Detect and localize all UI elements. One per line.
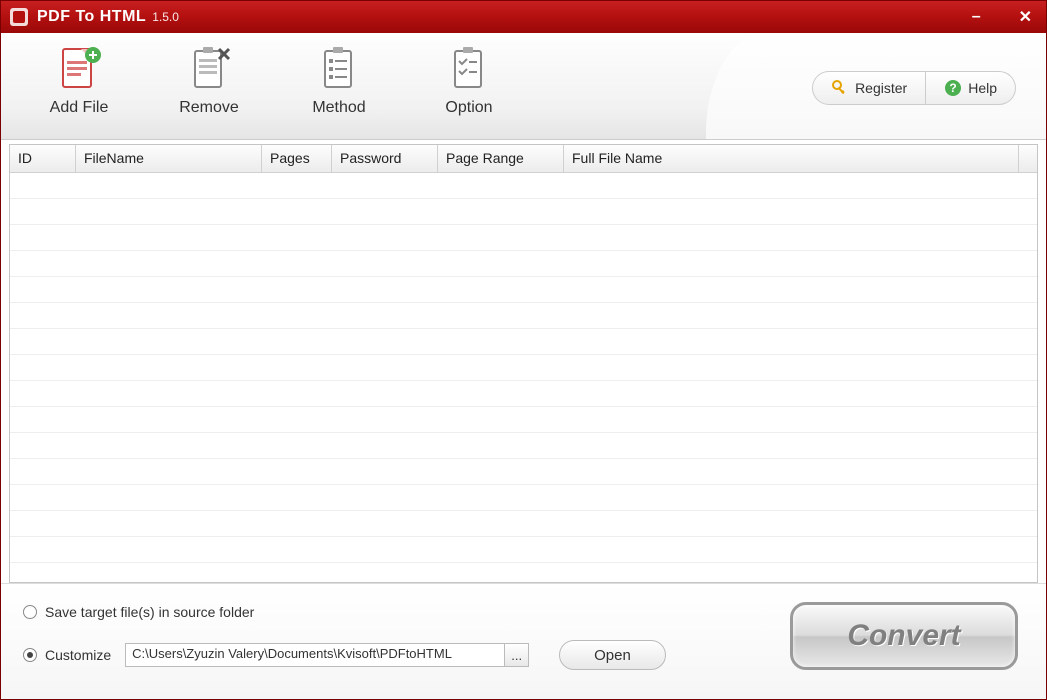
option-icon [443, 43, 495, 95]
col-id[interactable]: ID [10, 145, 76, 172]
radio-icon [23, 648, 37, 662]
col-filename[interactable]: FileName [76, 145, 262, 172]
table-row [10, 407, 1037, 433]
remove-icon [183, 43, 235, 95]
register-button[interactable]: Register [812, 71, 926, 105]
table-header: ID FileName Pages Password Page Range Fu… [10, 145, 1037, 173]
file-table: ID FileName Pages Password Page Range Fu… [9, 144, 1038, 583]
customize-radio[interactable]: Customize [23, 647, 111, 663]
output-path-input[interactable]: C:\Users\Zyuzin Valery\Documents\Kvisoft… [125, 643, 505, 667]
table-row [10, 329, 1037, 355]
remove-label: Remove [179, 99, 239, 117]
open-label: Open [594, 647, 631, 664]
register-label: Register [855, 80, 907, 96]
app-icon [9, 7, 29, 27]
table-row [10, 277, 1037, 303]
col-pagerange[interactable]: Page Range [438, 145, 564, 172]
key-icon [831, 79, 849, 97]
table-row [10, 381, 1037, 407]
open-button[interactable]: Open [559, 640, 666, 670]
radio-icon [23, 605, 37, 619]
table-row [10, 251, 1037, 277]
table-row [10, 303, 1037, 329]
add-file-icon [53, 43, 105, 95]
table-row [10, 485, 1037, 511]
toolbar: Add File Remove Method Option [1, 33, 1046, 140]
bottom-panel: Save target file(s) in source folder Cus… [1, 583, 1046, 699]
method-button[interactable]: Method [299, 43, 379, 117]
table-row [10, 199, 1037, 225]
convert-label: Convert [847, 619, 960, 653]
method-icon [313, 43, 365, 95]
option-button[interactable]: Option [429, 43, 509, 117]
table-row [10, 355, 1037, 381]
add-file-button[interactable]: Add File [39, 43, 119, 117]
table-body[interactable] [10, 173, 1037, 582]
help-icon: ? [944, 79, 962, 97]
app-title: PDF To HTML [37, 8, 146, 26]
col-fullfilename[interactable]: Full File Name [564, 145, 1019, 172]
option-label: Option [445, 99, 492, 117]
table-row [10, 173, 1037, 199]
minimize-button[interactable]: – [966, 8, 987, 26]
titlebar[interactable]: PDF To HTML 1.5.0 – ✕ [1, 1, 1046, 33]
method-label: Method [312, 99, 365, 117]
table-row [10, 459, 1037, 485]
col-pages[interactable]: Pages [262, 145, 332, 172]
close-button[interactable]: ✕ [1013, 7, 1038, 27]
table-row [10, 511, 1037, 537]
add-file-label: Add File [50, 99, 109, 117]
customize-label: Customize [45, 647, 111, 663]
help-label: Help [968, 80, 997, 96]
browse-button[interactable]: ... [505, 643, 529, 667]
table-row [10, 225, 1037, 251]
col-password[interactable]: Password [332, 145, 438, 172]
app-version: 1.5.0 [152, 10, 179, 24]
remove-button[interactable]: Remove [169, 43, 249, 117]
app-window: PDF To HTML 1.5.0 – ✕ Add File Remove [0, 0, 1047, 700]
convert-button[interactable]: Convert [790, 602, 1018, 670]
svg-text:?: ? [950, 81, 957, 95]
table-row [10, 433, 1037, 459]
help-button[interactable]: ? Help [926, 71, 1016, 105]
save-in-source-radio[interactable]: Save target file(s) in source folder [23, 604, 666, 620]
col-spacer [1019, 145, 1037, 172]
table-row [10, 537, 1037, 563]
save-in-source-label: Save target file(s) in source folder [45, 604, 254, 620]
